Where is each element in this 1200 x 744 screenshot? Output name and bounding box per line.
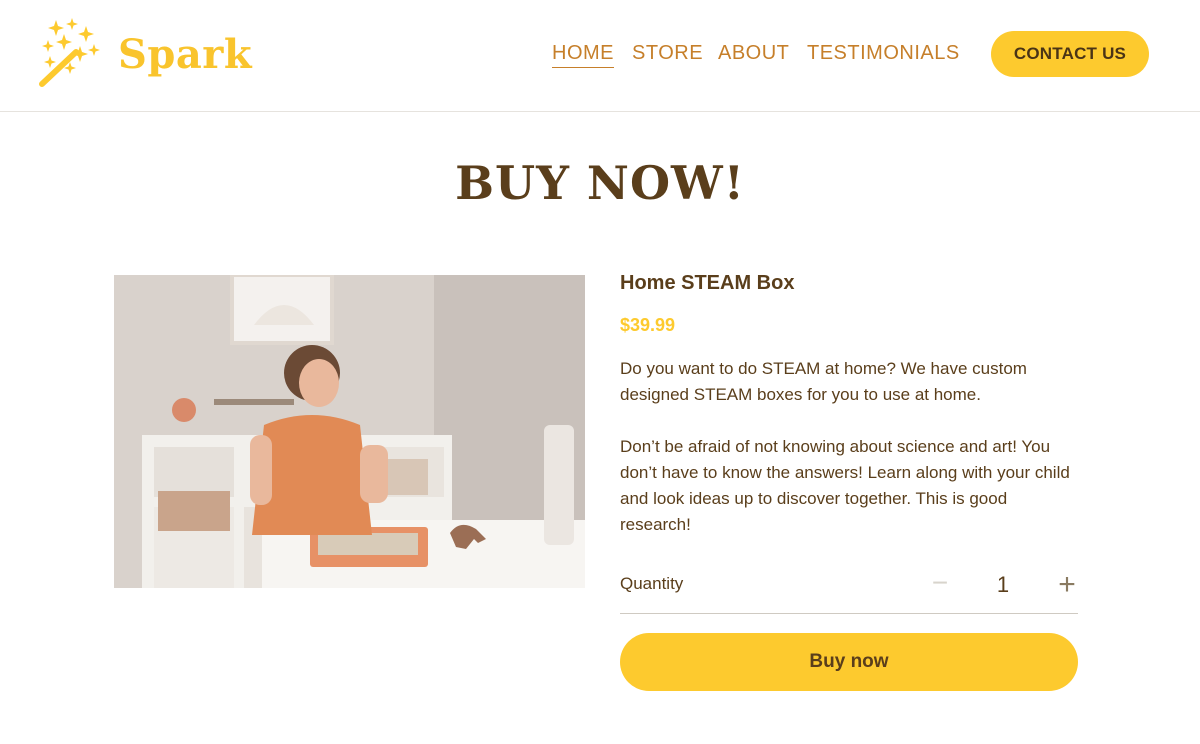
magic-wand-sparkles-icon <box>39 18 100 87</box>
brand-name: Spark <box>118 30 253 78</box>
product-details: Home STEAM Box $39.99 Do you want to do … <box>620 272 1078 538</box>
product-description: Do you want to do STEAM at home? We have… <box>620 356 1078 538</box>
plus-icon[interactable]: + <box>1052 568 1082 602</box>
product-price: $39.99 <box>620 315 676 335</box>
nav-store[interactable]: STORE <box>632 42 703 67</box>
minus-icon[interactable]: − <box>925 568 955 598</box>
quantity-label: Quantity <box>620 574 684 593</box>
quantity-row: Quantity − 1 + <box>620 568 1078 614</box>
description-paragraph: Don’t be afraid of not knowing about sci… <box>620 437 1070 534</box>
page-title: BUY NOW! <box>455 156 745 210</box>
contact-us-button[interactable]: CONTACT US <box>991 31 1149 77</box>
site-header: Spark HOME STORE ABOUT TESTIMONIALS CONT… <box>0 0 1200 112</box>
brand-logo[interactable]: Spark <box>36 16 276 92</box>
product-name: Home STEAM Box <box>620 272 795 294</box>
nav-about[interactable]: ABOUT <box>718 42 789 67</box>
child-playing-photo <box>114 275 585 588</box>
buy-now-button[interactable]: Buy now <box>620 633 1078 691</box>
quantity-value[interactable]: 1 <box>980 568 1026 602</box>
description-paragraph: Do you want to do STEAM at home? We have… <box>620 359 1027 404</box>
nav-home[interactable]: HOME <box>552 42 614 68</box>
nav-testimonials[interactable]: TESTIMONIALS <box>807 42 960 67</box>
product-image <box>114 275 585 588</box>
